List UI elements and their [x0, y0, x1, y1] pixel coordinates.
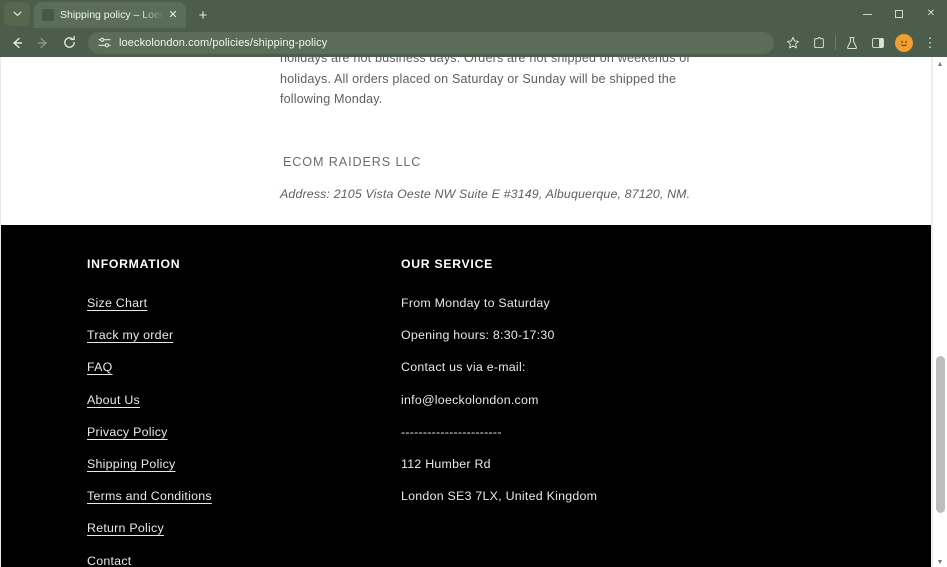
forward-button[interactable] [30, 30, 56, 56]
service-contact-label: Contact us via e-mail: [401, 360, 526, 375]
reload-button[interactable] [56, 30, 82, 56]
footer-link-about-us[interactable]: About Us [87, 393, 140, 407]
profile-avatar[interactable] [895, 33, 913, 52]
side-panel-icon[interactable] [865, 30, 891, 56]
service-address-line-2: London SE3 7LX, United Kingdom [401, 489, 598, 504]
footer-link-size-chart[interactable]: Size Chart [87, 296, 147, 310]
service-days: From Monday to Saturday [401, 296, 550, 310]
scroll-down-arrow-icon[interactable]: ▼ [933, 555, 947, 567]
shipping-paragraph: holidays. All orders placed on Saturday … [280, 71, 677, 107]
minimize-button[interactable] [851, 0, 883, 28]
new-tab-button[interactable]: + [192, 4, 214, 26]
footer-heading-service: OUR SERVICE [401, 257, 494, 271]
footer-divider-text: ----------------------- [401, 424, 502, 439]
tab-shipping-policy[interactable]: Shipping policy – Loecko Lond ✕ [34, 2, 186, 28]
maximize-button[interactable] [883, 0, 915, 28]
service-email[interactable]: info@loeckolondon.com [401, 393, 791, 407]
window-controls: ✕ [851, 0, 947, 28]
tab-strip: Shipping policy – Loecko Lond ✕ + ✕ [0, 0, 947, 28]
article-section: holidays are not business days. Orders a… [1, 57, 931, 225]
chevron-down-icon [12, 11, 22, 17]
site-footer: INFORMATION Size Chart Track my order FA… [1, 225, 931, 567]
footer-link-privacy-policy[interactable]: Privacy Policy [87, 425, 168, 439]
footer-link-shipping-policy[interactable]: Shipping Policy [87, 457, 175, 471]
avatar-face-icon [901, 40, 907, 46]
extensions-icon[interactable] [806, 30, 832, 56]
window-close-button[interactable]: ✕ [915, 0, 947, 28]
browser-window: Shipping policy – Loecko Lond ✕ + ✕ [0, 0, 947, 567]
footer-column-service: OUR SERVICE From Monday to Saturday Open… [391, 257, 791, 567]
clipped-paragraph-line: holidays are not business days. Orders a… [280, 57, 691, 65]
company-name: ECOM RAIDERS LLC [283, 154, 422, 169]
page-scrollbar[interactable]: ▲ ▼ [932, 57, 947, 567]
footer-heading-information: INFORMATION [87, 257, 181, 271]
site-favicon [42, 9, 54, 21]
reload-icon [63, 35, 75, 48]
tab-title: Shipping policy – Loecko Lond [60, 9, 166, 21]
scrollbar-thumb[interactable] [936, 356, 945, 513]
service-hours: Opening hours: 8:30-17:30 [401, 328, 555, 343]
footer-link-terms-and-conditions[interactable]: Terms and Conditions [87, 489, 212, 503]
footer-link-return-policy[interactable]: Return Policy [87, 521, 164, 535]
bookmark-star-icon[interactable] [780, 30, 806, 56]
company-address: Address: 2105 Vista Oeste NW Suite E #31… [280, 186, 691, 201]
forward-arrow-icon [37, 37, 47, 48]
back-button[interactable] [4, 30, 30, 56]
browser-menu-button[interactable]: ⋮ [917, 30, 943, 56]
page-viewport: holidays are not business days. Orders a… [0, 57, 947, 567]
article-content: holidays are not business days. Orders a… [280, 57, 700, 204]
footer-column-information: INFORMATION Size Chart Track my order FA… [1, 257, 391, 567]
footer-link-track-my-order[interactable]: Track my order [87, 328, 173, 342]
toolbar-actions: ⋮ [780, 30, 943, 56]
web-page: holidays are not business days. Orders a… [0, 57, 932, 567]
footer-link-contact[interactable]: Contact [87, 554, 131, 567]
scroll-up-arrow-icon[interactable]: ▲ [933, 57, 947, 71]
tab-search-button[interactable] [4, 2, 30, 26]
lab-flask-icon[interactable] [839, 30, 865, 56]
toolbar-divider [835, 35, 836, 50]
tune-icon[interactable] [98, 36, 111, 49]
address-bar[interactable]: loeckolondon.com/policies/shipping-polic… [88, 31, 774, 54]
url-text[interactable]: loeckolondon.com/policies/shipping-polic… [119, 37, 327, 49]
footer-link-faq[interactable]: FAQ [87, 360, 113, 374]
back-arrow-icon [13, 37, 23, 48]
service-address-line-1: 112 Humber Rd [401, 456, 491, 471]
browser-toolbar: loeckolondon.com/policies/shipping-polic… [0, 28, 947, 57]
close-icon[interactable]: ✕ [166, 8, 180, 22]
